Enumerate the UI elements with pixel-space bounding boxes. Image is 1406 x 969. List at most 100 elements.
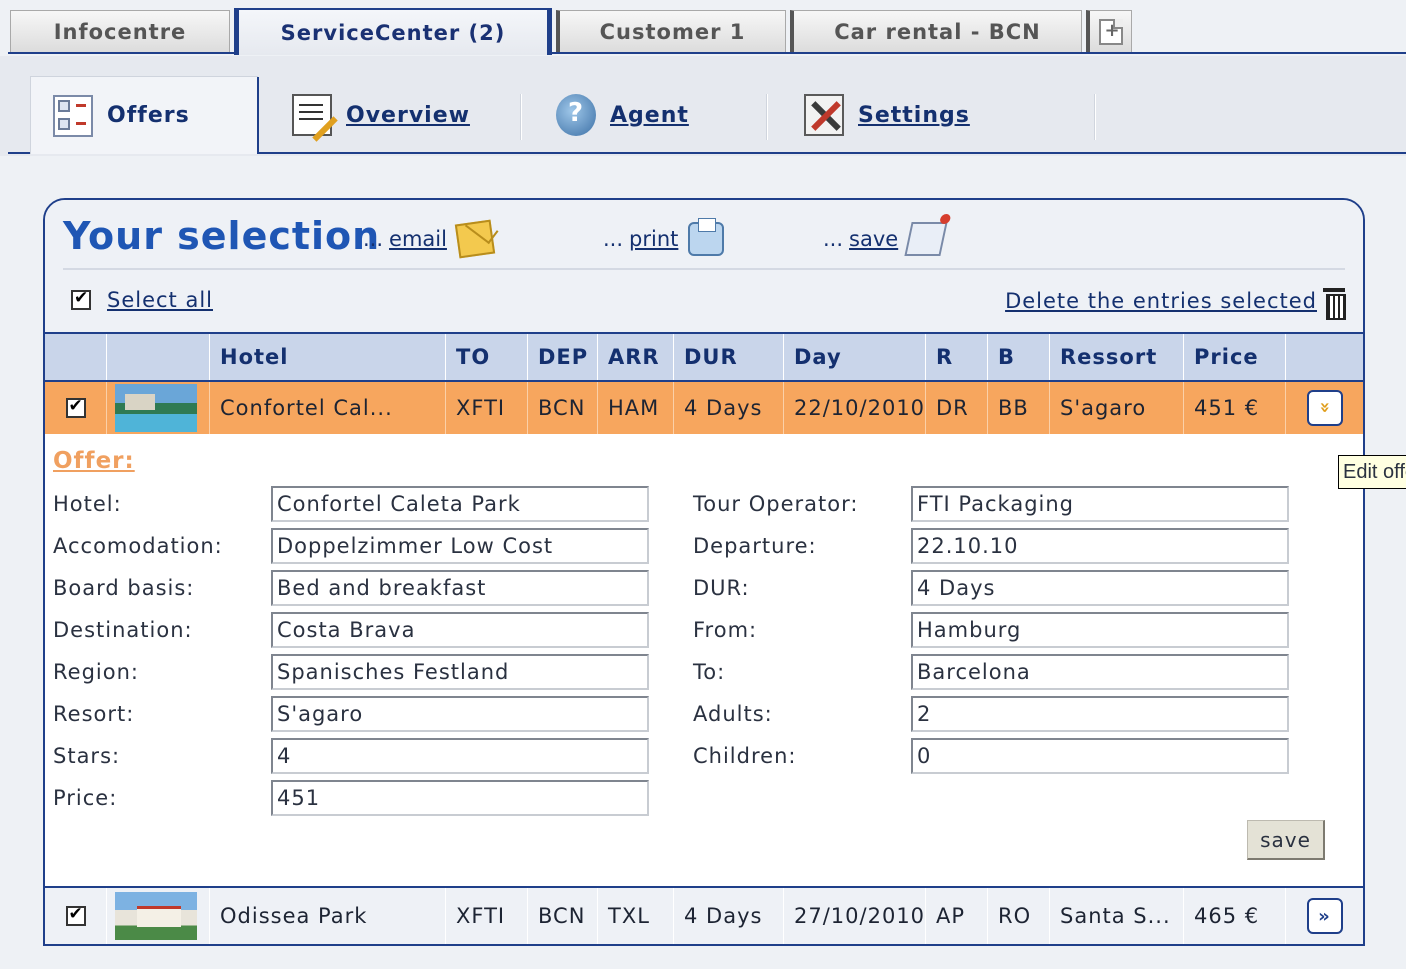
top-tab-bar: Infocentre ServiceCenter (2) Customer 1 … bbox=[0, 0, 1406, 56]
input-departure[interactable] bbox=[911, 528, 1289, 564]
hotel-thumbnail bbox=[115, 384, 197, 432]
save-document-icon[interactable] bbox=[904, 222, 948, 256]
tab-customer-1[interactable]: Customer 1 bbox=[556, 10, 786, 52]
col-header-price[interactable]: Price bbox=[1184, 334, 1286, 380]
selection-header: Your selection ... email ... print ... s… bbox=[45, 200, 1363, 332]
label-accomodation: Accomodation: bbox=[53, 534, 223, 558]
input-duration[interactable] bbox=[911, 570, 1289, 606]
cell-ressort: Santa S... bbox=[1050, 888, 1184, 944]
input-resort[interactable] bbox=[271, 696, 649, 732]
input-adults[interactable] bbox=[911, 696, 1289, 732]
tooltip: Edit offer bbox=[1338, 455, 1406, 489]
email-action[interactable]: ... email bbox=[363, 219, 496, 259]
email-link[interactable]: email bbox=[389, 227, 447, 251]
hotel-thumbnail-cell bbox=[107, 382, 210, 434]
col-header-actions bbox=[1286, 334, 1363, 380]
new-tab-icon: + bbox=[1098, 18, 1123, 45]
subtab-settings[interactable]: Settings bbox=[804, 76, 970, 154]
input-from[interactable] bbox=[911, 612, 1289, 648]
new-tab-button[interactable]: + bbox=[1086, 10, 1132, 52]
top-tab-baseline bbox=[8, 52, 1406, 54]
overview-icon bbox=[292, 94, 338, 142]
input-region[interactable] bbox=[271, 654, 649, 690]
label-resort: Resort: bbox=[53, 702, 135, 726]
label-tour-operator: Tour Operator: bbox=[693, 492, 859, 516]
cell-toggle[interactable]: » bbox=[1286, 382, 1363, 434]
input-board-basis[interactable] bbox=[271, 570, 649, 606]
input-children[interactable] bbox=[911, 738, 1289, 774]
expand-offer-button[interactable]: » bbox=[1306, 898, 1343, 934]
subtab-offers-label: Offers bbox=[107, 103, 190, 128]
header-divider bbox=[63, 268, 1345, 270]
cell-to: XFTI bbox=[446, 888, 528, 944]
input-tour-operator[interactable] bbox=[911, 486, 1289, 522]
print-link[interactable]: print bbox=[629, 227, 678, 251]
col-header-arr[interactable]: ARR bbox=[598, 334, 674, 380]
label-hotel: Hotel: bbox=[53, 492, 122, 516]
row-checkbox[interactable] bbox=[65, 396, 86, 418]
cell-to: XFTI bbox=[446, 382, 528, 434]
col-header-dep[interactable]: DEP bbox=[528, 334, 598, 380]
input-hotel[interactable] bbox=[271, 486, 649, 522]
subtab-separator bbox=[766, 94, 768, 140]
save-action[interactable]: ... save bbox=[823, 222, 948, 256]
chevron-down-icon: » bbox=[1314, 401, 1336, 415]
tab-car-rental[interactable]: Car rental - BCN bbox=[790, 10, 1082, 52]
trash-icon[interactable] bbox=[1323, 286, 1346, 320]
table-row[interactable]: Confortel Cal... XFTI BCN HAM 4 Days 22/… bbox=[45, 382, 1363, 434]
printer-icon[interactable] bbox=[688, 218, 725, 256]
tab-servicecenter[interactable]: ServiceCenter (2) bbox=[234, 8, 552, 55]
select-all[interactable]: Select all bbox=[71, 288, 213, 312]
hotel-thumbnail bbox=[115, 892, 197, 940]
offer-details: Offer: Hotel: Accomodation: Board basis:… bbox=[45, 434, 1363, 886]
input-to[interactable] bbox=[911, 654, 1289, 690]
col-header-b[interactable]: B bbox=[988, 334, 1050, 380]
delete-selected-link[interactable]: Delete the entries selected bbox=[1005, 289, 1317, 313]
input-stars[interactable] bbox=[271, 738, 649, 774]
collapse-offer-button[interactable]: » bbox=[1306, 390, 1343, 426]
input-price[interactable] bbox=[271, 780, 649, 816]
table-header: Hotel TO DEP ARR DUR Day R B Ressort Pri… bbox=[45, 332, 1363, 382]
cell-day: 22/10/2010 bbox=[784, 382, 926, 434]
save-offer-button[interactable]: save bbox=[1247, 820, 1325, 860]
col-header-r[interactable]: R bbox=[926, 334, 988, 380]
select-all-checkbox[interactable] bbox=[71, 288, 91, 310]
envelope-icon[interactable] bbox=[454, 219, 496, 259]
col-header-ressort[interactable]: Ressort bbox=[1050, 334, 1184, 380]
delete-selected[interactable]: Delete the entries selected bbox=[1005, 286, 1346, 320]
offer-title[interactable]: Offer: bbox=[53, 448, 135, 474]
col-header-select bbox=[45, 334, 107, 380]
input-accomodation[interactable] bbox=[271, 528, 649, 564]
save-link[interactable]: save bbox=[849, 227, 898, 251]
email-prefix: ... bbox=[363, 227, 384, 251]
subtab-overview[interactable]: Overview bbox=[292, 76, 470, 154]
col-header-dur[interactable]: DUR bbox=[674, 334, 784, 380]
label-stars: Stars: bbox=[53, 744, 121, 768]
row-checkbox-cell[interactable] bbox=[45, 382, 107, 434]
cell-toggle[interactable]: » bbox=[1286, 888, 1363, 944]
cell-dur: 4 Days bbox=[674, 888, 784, 944]
subtab-agent[interactable]: Agent bbox=[556, 76, 689, 154]
table-row[interactable]: Odissea Park XFTI BCN TXL 4 Days 27/10/2… bbox=[45, 886, 1363, 944]
select-all-link[interactable]: Select all bbox=[107, 288, 213, 312]
row-checkbox[interactable] bbox=[65, 904, 86, 926]
cell-ressort: S'agaro bbox=[1050, 382, 1184, 434]
subtab-offers[interactable]: Offers bbox=[30, 76, 259, 154]
label-region: Region: bbox=[53, 660, 139, 684]
row-checkbox-cell[interactable] bbox=[45, 888, 107, 944]
input-destination[interactable] bbox=[271, 612, 649, 648]
tab-infocentre[interactable]: Infocentre bbox=[10, 10, 230, 52]
col-header-hotel[interactable]: Hotel bbox=[210, 334, 446, 380]
col-header-to[interactable]: TO bbox=[446, 334, 528, 380]
label-departure: Departure: bbox=[693, 534, 817, 558]
label-price: Price: bbox=[53, 786, 118, 810]
cell-hotel: Odissea Park bbox=[210, 888, 446, 944]
agent-icon bbox=[556, 94, 596, 136]
subtab-separator bbox=[520, 94, 522, 140]
label-duration: DUR: bbox=[693, 576, 750, 600]
print-action[interactable]: ... print bbox=[603, 218, 725, 256]
cell-dep: BCN bbox=[528, 888, 598, 944]
cell-day: 27/10/2010 bbox=[784, 888, 926, 944]
col-header-day[interactable]: Day bbox=[784, 334, 926, 380]
cell-arr: TXL bbox=[598, 888, 674, 944]
